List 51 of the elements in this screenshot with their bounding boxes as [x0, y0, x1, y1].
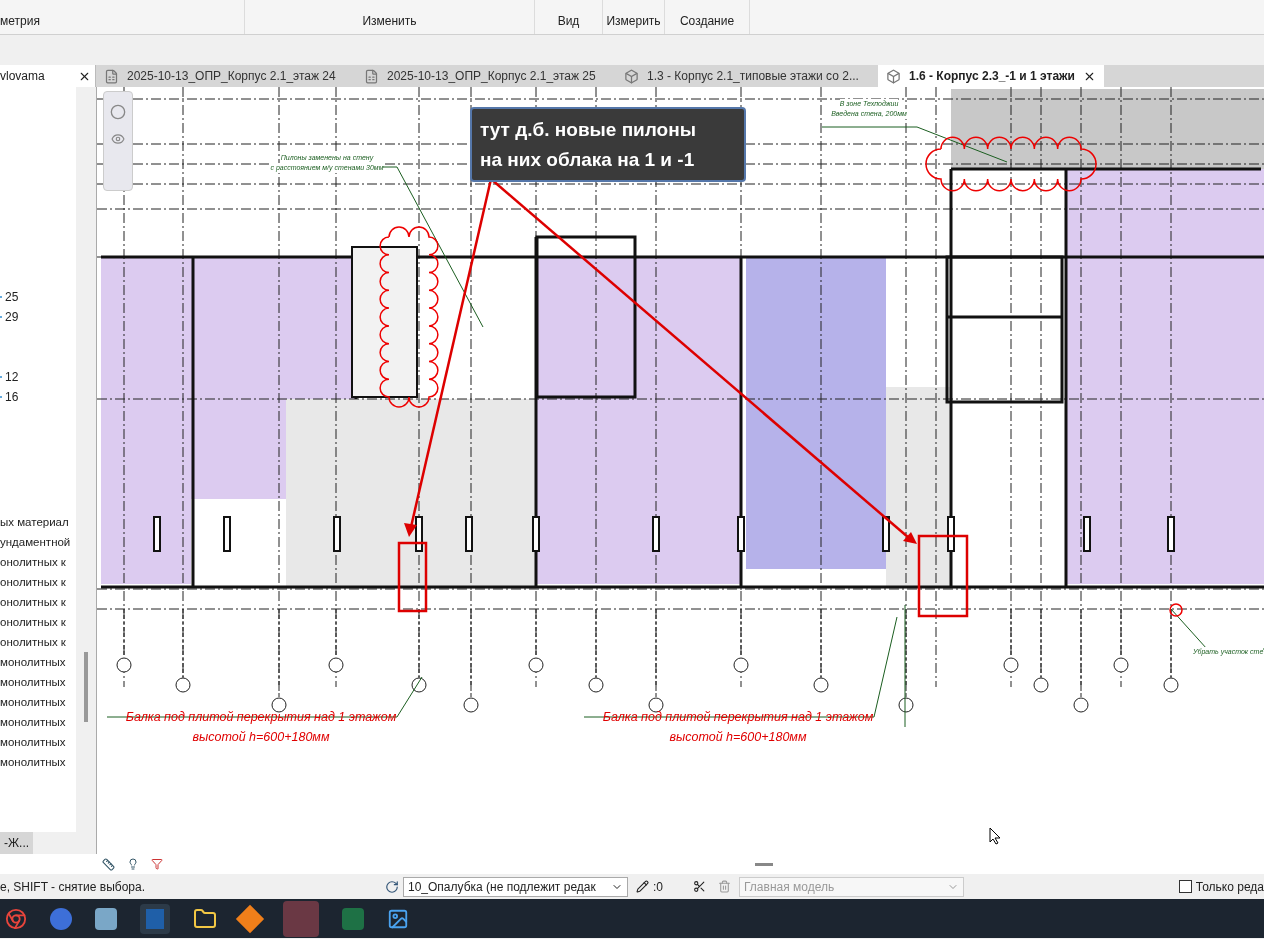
- annotation-text: высотой h=600+180мм: [669, 729, 807, 746]
- ribbon-group-label: метрия: [0, 13, 40, 30]
- lightbulb-icon[interactable]: [127, 858, 139, 870]
- folder-icon[interactable]: [193, 906, 217, 931]
- ribbon-group-label: Изменить: [362, 13, 417, 30]
- browser-item[interactable]: ых материал: [0, 512, 76, 532]
- browser-item[interactable]: онолитных к: [0, 592, 76, 612]
- browser-item[interactable]: 29: [5, 308, 19, 326]
- spreadsheet-icon[interactable]: [342, 907, 364, 930]
- view-tab[interactable]: 1.6 - Корпус 2.3_-1 и 1 этажи: [878, 65, 1104, 87]
- browser-item[interactable]: монолитных: [0, 752, 76, 772]
- annotation-text: Балка под плитой перекрытия над 1 этажом: [125, 709, 397, 726]
- ribbon-group-label: Создание: [679, 13, 735, 30]
- image-icon[interactable]: [387, 907, 409, 930]
- browser-item[interactable]: монолитных: [0, 732, 76, 752]
- browser-item[interactable]: онолитных к: [0, 572, 76, 592]
- app-icon[interactable]: [95, 907, 117, 930]
- sheet-icon: [104, 68, 119, 84]
- drawing-canvas[interactable]: [96, 87, 1264, 854]
- scroll-handle[interactable]: [755, 862, 773, 866]
- annotation-text: высотой h=600+180мм: [192, 729, 330, 746]
- app-icon[interactable]: [50, 907, 72, 930]
- highlight-frame: [397, 541, 428, 613]
- scrollbar-thumb[interactable]: [84, 652, 88, 722]
- status-hint: е, SHIFT - снятие выбора.: [0, 878, 146, 896]
- sheet-icon: [364, 68, 379, 84]
- ribbon-group-label: Измерить: [606, 13, 661, 30]
- callout-text: на них облака на 1 и -1: [480, 147, 696, 172]
- browser-item[interactable]: монолитных: [0, 692, 76, 712]
- browser-item[interactable]: онолитных к: [0, 632, 76, 652]
- browser-item[interactable]: монолитных: [0, 652, 76, 672]
- browser-item[interactable]: онолитных к: [0, 552, 76, 572]
- browser-item[interactable]: онолитных к: [0, 612, 76, 632]
- browser-item[interactable]: 16: [5, 388, 19, 406]
- browser-item[interactable]: монолитных: [0, 672, 76, 692]
- checkbox-label[interactable]: Только реда: [1195, 877, 1264, 896]
- checkbox[interactable]: [1178, 880, 1192, 893]
- annotation-text: Балка под плитой перекрытия над 1 этажом: [602, 709, 874, 726]
- panel-tab-label[interactable]: -Ж...: [0, 832, 34, 854]
- mouse-cursor-icon: [989, 827, 1001, 845]
- browser-item[interactable]: 25: [5, 288, 19, 306]
- filter-icon[interactable]: [151, 858, 163, 870]
- browser-item[interactable]: 12: [5, 368, 19, 386]
- browser-item[interactable]: ундаментной: [0, 532, 76, 552]
- browser-item[interactable]: монолитных: [0, 712, 76, 732]
- browser-icon[interactable]: [5, 907, 27, 930]
- selection-count: :0: [653, 878, 664, 896]
- editing-icon[interactable]: [636, 880, 649, 893]
- ribbon-group-label: Вид: [557, 13, 580, 30]
- callout-text: тут д.б. новые пилоны: [480, 117, 697, 142]
- workset-dropdown[interactable]: 10_Опалубка (не подлежит редак: [403, 876, 628, 897]
